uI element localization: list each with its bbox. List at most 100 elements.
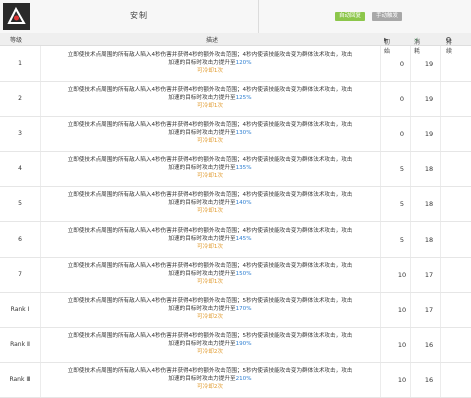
initial-value: 5 xyxy=(399,165,405,174)
effect-text: 加速的目标时攻击力提升至 xyxy=(168,200,236,207)
description-effect: 加速的目标时攻击力提升至130% xyxy=(50,129,370,137)
row-description: 立即使技术点周围的所有敌人陷入4秒伤害并获得4秒的额外攻击范围；4秒内使该技能攻… xyxy=(50,227,370,251)
initial-value: 5 xyxy=(399,200,405,209)
table-row: Rank Ⅱ 立即使技术点周围的所有敌人陷入4秒伤害并获得4秒的额外攻击范围；5秒… xyxy=(0,327,471,363)
requirement-text: 可冷却1次 xyxy=(197,103,223,110)
effect-text: 加速的目标时攻击力提升至 xyxy=(168,340,236,347)
row-level: Rank Ⅱ xyxy=(10,340,30,348)
cost-value: 18 xyxy=(424,165,434,174)
table-row: 4 立即使技术点周围的所有敌人陷入4秒伤害并获得4秒的额外攻击范围；4秒内使该技能… xyxy=(0,151,471,188)
table-row: 1 立即使技术点周围的所有敌人陷入4秒伤害并获得4秒的额外攻击范围；4秒内使该技能… xyxy=(0,46,471,83)
description-effect: 加速的目标时攻击力提升至140% xyxy=(50,199,370,207)
effect-value: 125% xyxy=(235,95,252,102)
requirement-text: 可冷却1次 xyxy=(197,278,223,285)
effect-value: 130% xyxy=(235,130,252,137)
row-level: 2 xyxy=(18,95,22,103)
effect-value: 135% xyxy=(235,165,252,172)
effect-text: 加速的目标时攻击力提升至 xyxy=(168,165,236,172)
effect-value: 210% xyxy=(235,375,252,382)
column-description: 描述 xyxy=(206,37,219,44)
trigger-badge: 手动触发 xyxy=(372,12,403,21)
effect-value: 150% xyxy=(235,270,252,277)
requirement-text: 可冷却2次 xyxy=(197,383,223,390)
description-line: 立即使技术点周围的所有敌人陷入4秒伤害并获得4秒的额外攻击范围；4秒内使该技能攻… xyxy=(67,87,353,94)
skill-table: 安制 自动回复 手动触发 等级 描述 ▶ 初始 ⚡ 消耗 持续 1 立即使技术点周围的… xyxy=(0,0,471,398)
effect-text: 加速的目标时攻击力提升至 xyxy=(168,305,236,312)
description-effect: 加速的目标时攻击力提升至125% xyxy=(50,94,370,102)
row-description: 立即使技术点周围的所有敌人陷入4秒伤害并获得4秒的额外攻击范围；4秒内使该技能攻… xyxy=(50,262,370,286)
effect-text: 加速的目标时攻击力提升至 xyxy=(168,60,236,66)
table-row: Rank Ⅰ 立即使技术点周围的所有敌人陷入4秒伤害并获得4秒的额外攻击范围；5秒… xyxy=(0,292,471,328)
header-divider xyxy=(258,0,259,33)
effect-text: 加速的目标时攻击力提升至 xyxy=(168,130,236,137)
description-line: 立即使技术点周围的所有敌人陷入4秒伤害并获得4秒的额外攻击范围；5秒内使该技能攻… xyxy=(67,332,353,339)
row-level: Rank Ⅰ xyxy=(10,305,30,313)
cost-value: 17 xyxy=(424,305,434,314)
cost-value: 19 xyxy=(424,95,434,104)
description-effect: 加速的目标时攻击力提升至210% xyxy=(50,375,370,383)
table-row: 6 立即使技术点周围的所有敌人陷入4秒伤害并获得4秒的额外攻击范围；4秒内使该技能… xyxy=(0,222,471,258)
description-line: 立即使技术点周围的所有敌人陷入4秒伤害并获得4秒的额外攻击范围；5秒内使该技能攻… xyxy=(67,367,353,374)
initial-value: 0 xyxy=(399,130,405,139)
effect-text: 加速的目标时攻击力提升至 xyxy=(168,235,236,242)
requirement-text: 可冷却2次 xyxy=(197,348,223,355)
initial-value: 0 xyxy=(399,60,405,68)
requirement-text: 可冷却2次 xyxy=(197,313,223,320)
row-description: 立即使技术点周围的所有敌人陷入4秒伤害并获得4秒的额外攻击范围；4秒内使该技能攻… xyxy=(50,191,370,215)
effect-text: 加速的目标时攻击力提升至 xyxy=(168,95,236,102)
effect-text: 加速的目标时攻击力提升至 xyxy=(168,375,236,382)
requirement-text: 可冷却1次 xyxy=(197,68,223,74)
column-header-row: 等级 描述 ▶ 初始 ⚡ 消耗 持续 xyxy=(0,33,471,55)
skill-name: 安制 xyxy=(130,11,148,20)
row-description: 立即使技术点周围的所有敌人陷入4秒伤害并获得4秒的额外攻击范围；5秒内使该技能攻… xyxy=(50,297,370,321)
row-description: 立即使技术点周围的所有敌人陷入4秒伤害并获得4秒的额外攻击范围；4秒内使该技能攻… xyxy=(50,121,370,145)
row-level: 1 xyxy=(18,60,22,67)
cost-value: 19 xyxy=(424,60,434,68)
description-effect: 加速的目标时攻击力提升至150% xyxy=(50,270,370,278)
description-effect: 加速的目标时攻击力提升至120% xyxy=(50,59,370,67)
effect-value: 120% xyxy=(235,60,252,66)
effect-value: 140% xyxy=(235,200,252,207)
requirement-text: 可冷却1次 xyxy=(197,243,223,250)
effect-value: 145% xyxy=(235,235,252,242)
cost-value: 19 xyxy=(424,130,434,139)
description-effect: 加速的目标时攻击力提升至170% xyxy=(50,305,370,313)
row-level: 6 xyxy=(18,235,22,243)
row-description: 立即使技术点周围的所有敌人陷入4秒伤害并获得4秒的额外攻击范围；4秒内使该技能攻… xyxy=(50,156,370,180)
cost-value: 16 xyxy=(424,375,434,384)
cost-value: 17 xyxy=(424,270,434,279)
description-line: 立即使技术点周围的所有敌人陷入4秒伤害并获得4秒的额外攻击范围；4秒内使该技能攻… xyxy=(67,262,353,269)
requirement-text: 可冷却1次 xyxy=(197,138,223,145)
cost-value: 16 xyxy=(424,340,434,349)
row-description: 立即使技术点周围的所有敌人陷入4秒伤害并获得4秒的额外攻击范围；5秒内使该技能攻… xyxy=(50,367,370,391)
initial-value: 10 xyxy=(397,340,407,349)
requirement-text: 可冷却1次 xyxy=(197,208,223,215)
effect-value: 190% xyxy=(235,340,252,347)
requirement-text: 可冷却1次 xyxy=(197,173,223,180)
description-line: 立即使技术点周围的所有敌人陷入4秒伤害并获得4秒的额外攻击范围；4秒内使该技能攻… xyxy=(67,52,353,58)
effect-text: 加速的目标时攻击力提升至 xyxy=(168,270,236,277)
table-row: 7 立即使技术点周围的所有敌人陷入4秒伤害并获得4秒的额外攻击范围；4秒内使该技能… xyxy=(0,257,471,293)
row-level: 3 xyxy=(18,130,22,138)
cost-value: 18 xyxy=(424,200,434,209)
cost-value: 18 xyxy=(424,235,434,244)
table-row: 3 立即使技术点周围的所有敌人陷入4秒伤害并获得4秒的额外攻击范围；4秒内使该技能… xyxy=(0,116,471,153)
table-row: Rank Ⅲ 立即使技术点周围的所有敌人陷入4秒伤害并获得4秒的额外攻击范围；5秒… xyxy=(0,362,471,398)
description-effect: 加速的目标时攻击力提升至145% xyxy=(50,235,370,243)
row-description: 立即使技术点周围的所有敌人陷入4秒伤害并获得4秒的额外攻击范围；5秒内使该技能攻… xyxy=(50,332,370,356)
recovery-badge: 自动回复 xyxy=(335,12,366,21)
table-row: 5 立即使技术点周围的所有敌人陷入4秒伤害并获得4秒的额外攻击范围；4秒内使该技能… xyxy=(0,186,471,223)
row-level: 5 xyxy=(18,200,22,208)
description-line: 立即使技术点周围的所有敌人陷入4秒伤害并获得4秒的额外攻击范围；4秒内使该技能攻… xyxy=(67,227,353,234)
initial-value: 0 xyxy=(399,95,405,104)
initial-value: 10 xyxy=(397,305,407,314)
row-level: 7 xyxy=(18,270,22,278)
description-line: 立即使技术点周围的所有敌人陷入4秒伤害并获得4秒的额外攻击范围；4秒内使该技能攻… xyxy=(67,122,353,129)
description-effect: 加速的目标时攻击力提升至135% xyxy=(50,164,370,172)
row-description: 立即使技术点周围的所有敌人陷入4秒伤害并获得4秒的额外攻击范围；4秒内使该技能攻… xyxy=(50,86,370,110)
skill-icon xyxy=(3,3,30,30)
description-line: 立即使技术点周围的所有敌人陷入4秒伤害并获得4秒的额外攻击范围；4秒内使该技能攻… xyxy=(67,192,353,199)
effect-value: 170% xyxy=(235,305,252,312)
row-level: Rank Ⅲ xyxy=(9,375,31,383)
initial-value: 10 xyxy=(397,375,407,384)
